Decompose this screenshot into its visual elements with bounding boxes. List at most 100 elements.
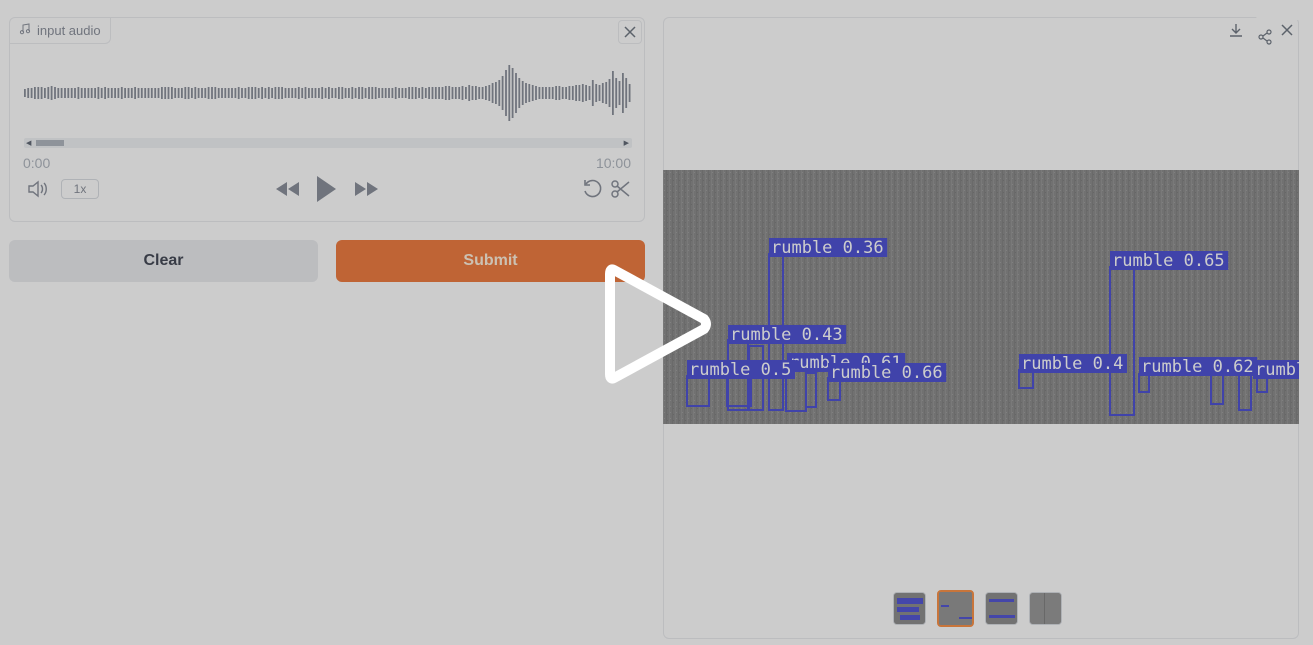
scroll-left-icon[interactable]: ◀	[26, 139, 31, 147]
scroll-thumb[interactable]	[36, 140, 64, 146]
waveform-bar	[468, 85, 471, 101]
thumbnail-3[interactable]	[985, 592, 1018, 625]
waveform-bar	[565, 87, 567, 99]
waveform-bar	[354, 88, 357, 98]
waveform-bar	[588, 86, 591, 100]
close-gallery-icon[interactable]	[1276, 19, 1298, 41]
waveform-bar	[531, 85, 534, 101]
waveform-bar	[27, 88, 30, 98]
waveform-bar	[44, 88, 46, 98]
waveform-bar	[558, 86, 561, 100]
waveform-bar	[284, 88, 287, 98]
waveform-bar	[441, 87, 444, 99]
waveform-bar	[40, 87, 43, 99]
waveform-bar	[301, 88, 304, 98]
waveform-bar	[237, 87, 240, 99]
waveform-bar	[538, 87, 541, 99]
waveform-bar	[147, 88, 150, 98]
waveform-bar	[120, 87, 123, 99]
waveform-bar	[187, 87, 190, 99]
waveform-bar	[595, 84, 598, 102]
audio-waveform[interactable]	[24, 56, 632, 130]
waveform-bar	[50, 86, 53, 100]
thumbnail-2[interactable]	[937, 590, 974, 627]
submit-button[interactable]: Submit	[336, 240, 645, 282]
play-icon[interactable]	[604, 262, 714, 386]
waveform-bar	[114, 88, 116, 98]
waveform-bar	[214, 87, 217, 99]
waveform-bar	[374, 87, 377, 99]
waveform-bar	[254, 87, 257, 99]
waveform-bar	[585, 85, 587, 101]
waveform-bar	[501, 76, 504, 110]
rewind-icon[interactable]	[274, 178, 302, 200]
waveform-bar	[297, 87, 300, 99]
waveform-bar	[444, 86, 447, 100]
waveform-bar	[338, 87, 340, 99]
waveform-bar	[231, 88, 233, 98]
waveform-bar	[110, 88, 113, 98]
spectrogram-detection-image: rumble 0.36rumble 0.43rumble 0.61rumble …	[663, 170, 1299, 424]
current-time: 0:00	[23, 155, 51, 171]
waveform-bar	[197, 88, 200, 98]
waveform-bar	[124, 88, 126, 98]
waveform-bar	[94, 88, 96, 98]
waveform-bar	[515, 73, 517, 113]
waveform-bar	[321, 87, 324, 99]
waveform-bar	[371, 87, 374, 99]
thumbnail-4[interactable]	[1029, 592, 1062, 625]
waveform-bar	[458, 87, 461, 99]
waveform-bar	[224, 88, 227, 98]
waveform-bar	[575, 85, 577, 101]
waveform-bar	[204, 88, 207, 98]
clear-button[interactable]: Clear	[9, 240, 318, 282]
trim-scissors-icon[interactable]	[610, 178, 632, 200]
waveform-bar	[431, 87, 434, 99]
waveform-bar	[127, 88, 130, 98]
playback-rate-button[interactable]: 1x	[61, 179, 99, 199]
waveform-bar	[100, 88, 103, 98]
waveform-bar	[287, 88, 290, 98]
waveform-bar	[398, 88, 400, 98]
volume-icon[interactable]	[26, 178, 52, 200]
detection-label: rumble 0.65	[1112, 251, 1225, 271]
close-icon[interactable]	[618, 20, 642, 44]
waveform-bar	[227, 88, 230, 98]
waveform-bar	[171, 87, 173, 99]
waveform-bar	[70, 88, 73, 98]
waveform-bar	[428, 87, 430, 99]
play-icon[interactable]	[313, 173, 339, 205]
waveform-bar	[257, 88, 260, 98]
detection-label: rumble 0.66	[830, 363, 943, 383]
thumbnail-1[interactable]	[893, 592, 926, 625]
waveform-bar	[591, 80, 594, 106]
waveform-bar	[47, 87, 50, 99]
reset-icon[interactable]	[581, 178, 603, 200]
waveform-bar	[411, 87, 414, 99]
waveform-bar	[30, 88, 33, 98]
waveform-bar	[134, 87, 136, 99]
waveform-bar	[221, 88, 223, 98]
share-icon[interactable]	[1254, 26, 1276, 48]
waveform-bar	[194, 87, 197, 99]
waveform-bar	[561, 87, 564, 99]
waveform-bar	[545, 87, 547, 99]
waveform-bar	[388, 88, 390, 98]
waveform-bar	[358, 87, 360, 99]
download-icon[interactable]	[1225, 19, 1247, 41]
fast-forward-icon[interactable]	[353, 178, 381, 200]
waveform-bar	[485, 86, 487, 100]
detection-label: rumble 0.39	[1255, 360, 1299, 380]
waveform-scrollbar[interactable]: ◀ ▶	[24, 138, 632, 148]
waveform-bar	[551, 87, 554, 99]
waveform-bar	[351, 87, 354, 99]
waveform-bar	[364, 88, 367, 98]
gallery-thumbnails	[893, 590, 1062, 627]
waveform-bar	[177, 88, 180, 98]
waveform-bar	[401, 88, 404, 98]
waveform-bar	[461, 86, 464, 100]
waveform-bar	[107, 88, 110, 98]
waveform-bar	[308, 88, 310, 98]
scroll-right-icon[interactable]: ▶	[624, 139, 629, 147]
waveform-bar	[414, 87, 417, 99]
